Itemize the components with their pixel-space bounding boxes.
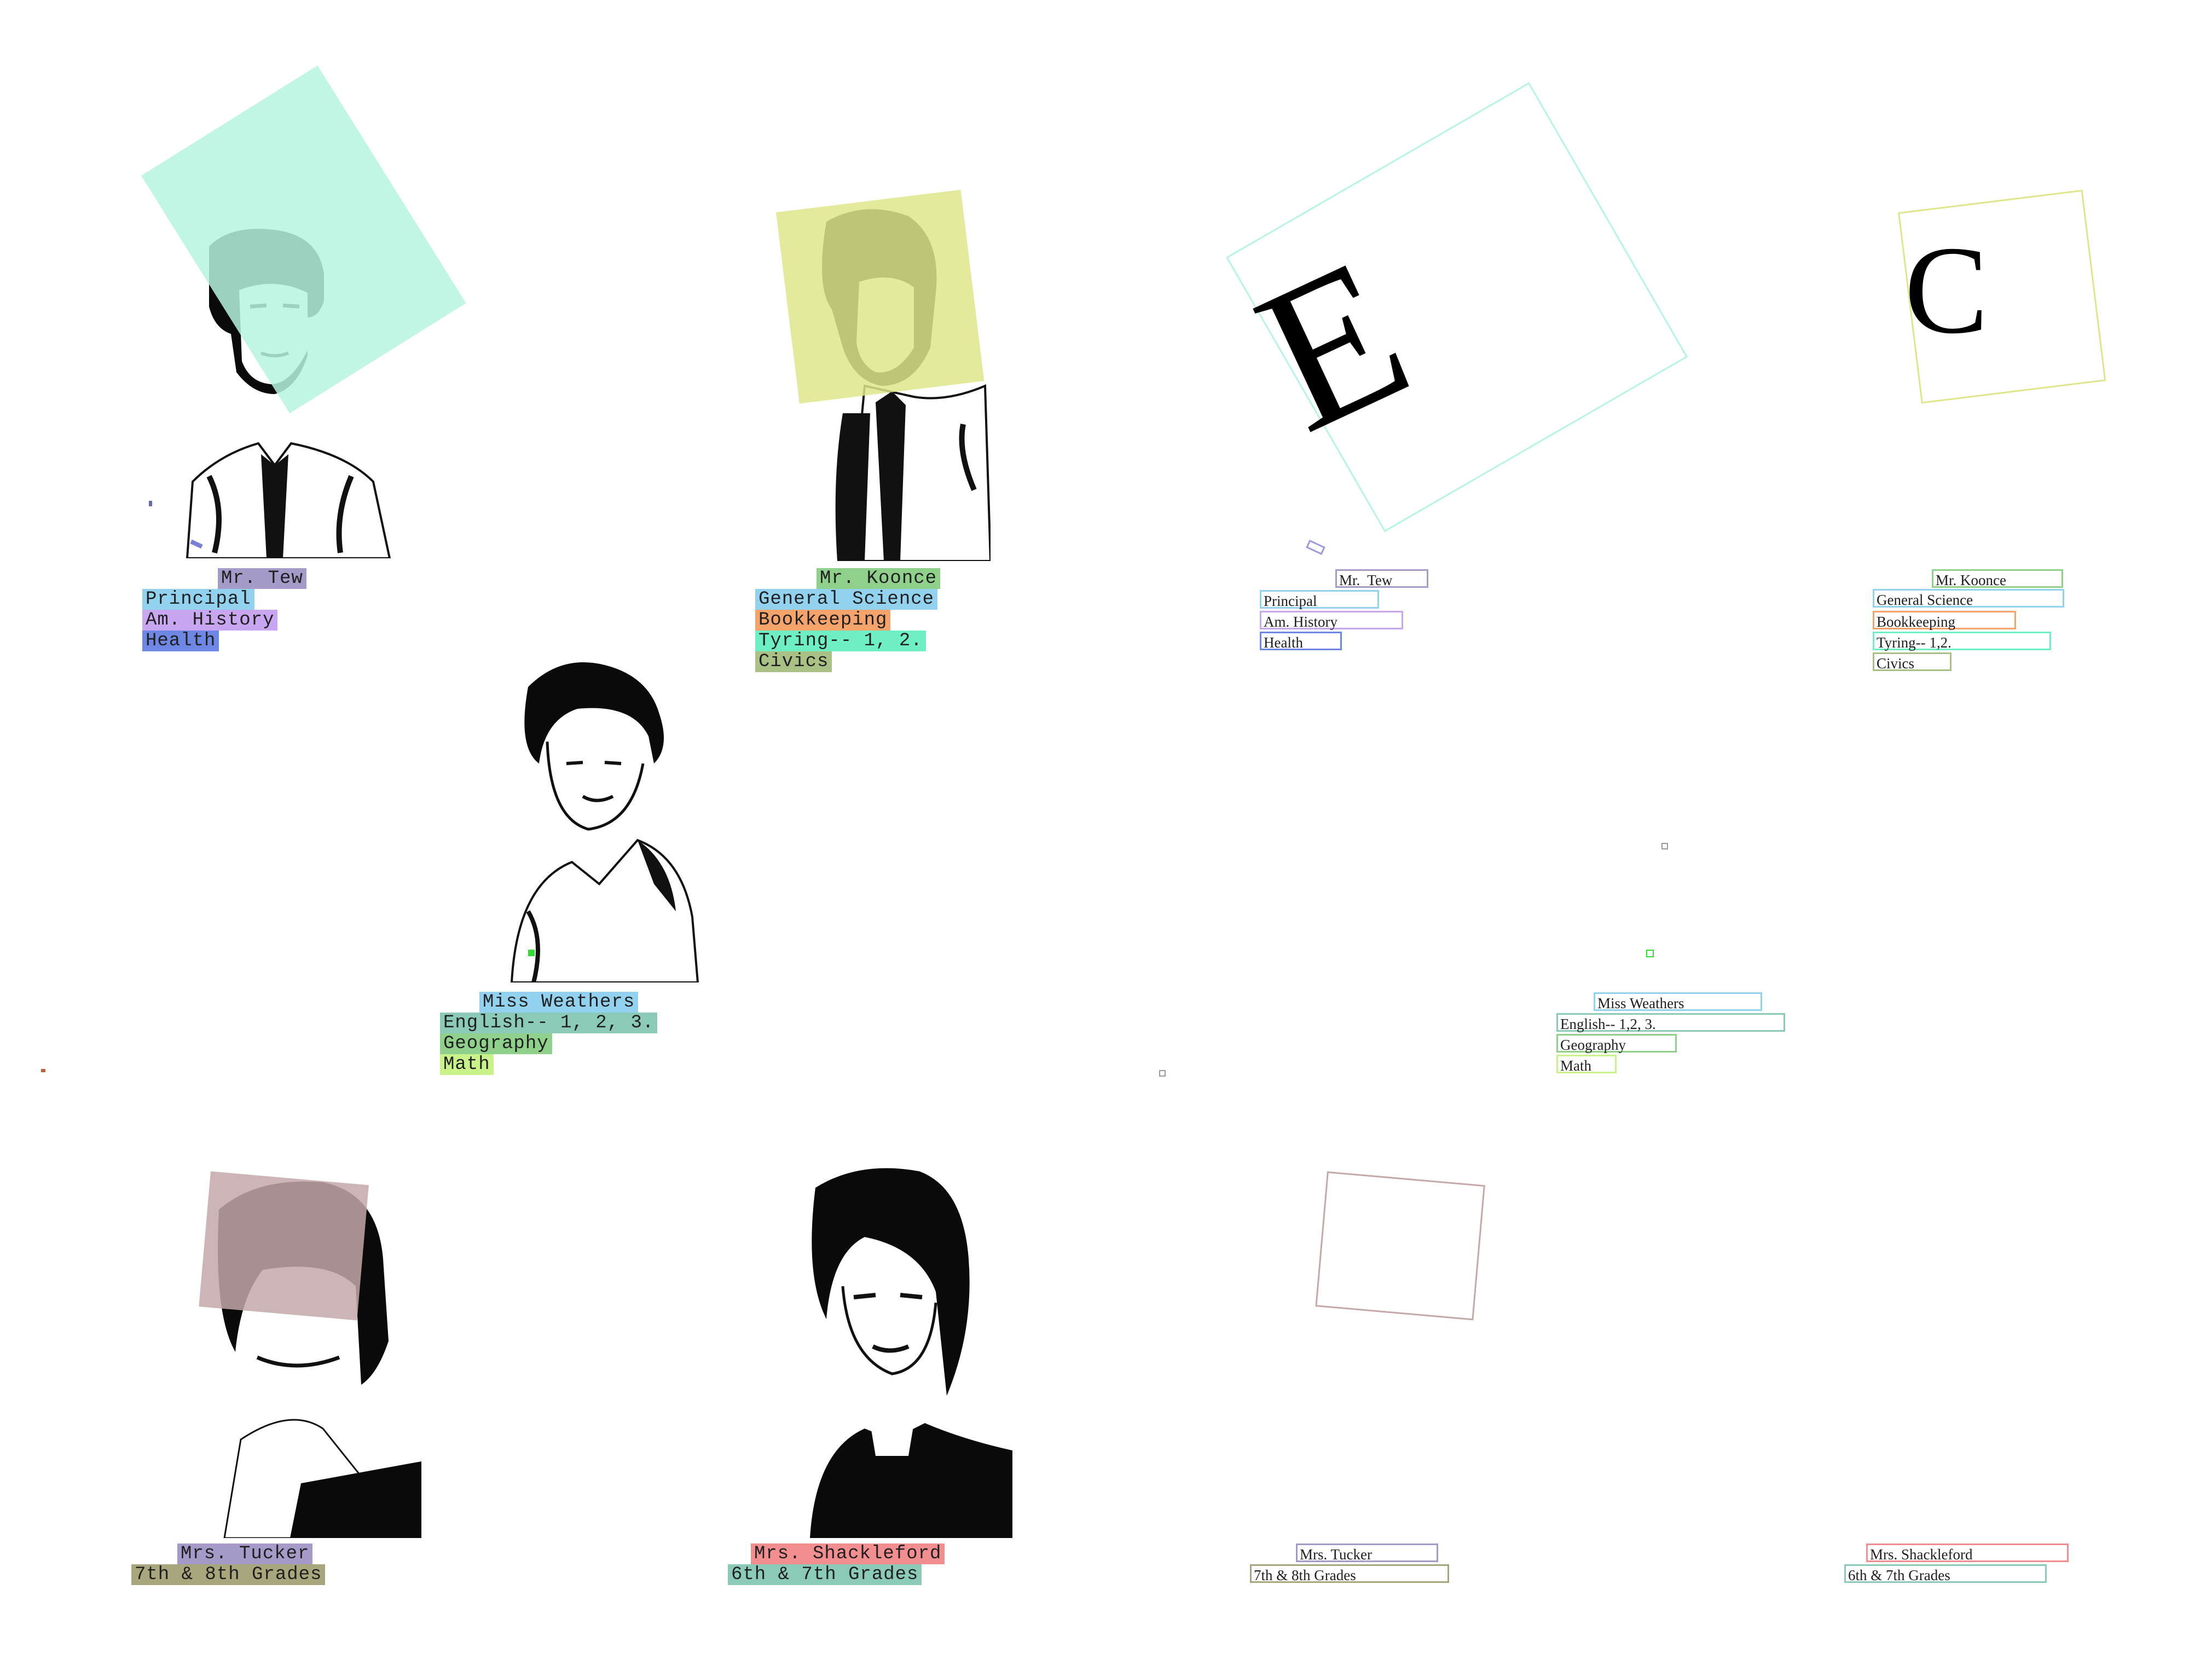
ocr-tew-health: Health bbox=[1260, 632, 1342, 651]
letter-c: C bbox=[1904, 220, 1989, 360]
koonce-line-typing: Tyring-- 1, 2. bbox=[755, 631, 926, 651]
tucker-name: Mrs. Tucker bbox=[177, 1543, 313, 1564]
tucker-face-outline bbox=[1315, 1171, 1485, 1321]
ocr-koonce-typing: Tyring-- 1,2. bbox=[1873, 632, 2051, 651]
tew-line-principal: Principal bbox=[142, 589, 254, 610]
koonce-name: Mr. Koonce bbox=[817, 568, 941, 589]
tucker-face-region bbox=[199, 1171, 369, 1321]
ocr-shackleford-grades: 6th & 7th Grades bbox=[1844, 1564, 2047, 1583]
tew-line-health: Health bbox=[142, 631, 219, 651]
ocr-weathers-english: English-- 1,2, 3. bbox=[1556, 1013, 1785, 1032]
speck-mark bbox=[149, 501, 152, 506]
ocr-tew-history: Am. History bbox=[1260, 611, 1403, 630]
koonce-line-science: General Science bbox=[755, 589, 938, 610]
speck-mark bbox=[41, 1069, 45, 1072]
weathers-line-geography: Geography bbox=[440, 1033, 552, 1054]
tucker-line-grades: 7th & 8th Grades bbox=[131, 1564, 326, 1585]
shackleford-name: Mrs. Shackleford bbox=[751, 1543, 945, 1564]
speck-mark bbox=[1306, 539, 1325, 556]
weathers-name: Miss Weathers bbox=[479, 992, 639, 1013]
ocr-tew-name: Mr. Tew bbox=[1335, 569, 1428, 588]
tew-line-history: Am. History bbox=[142, 610, 278, 631]
speck-mark bbox=[1661, 843, 1668, 849]
ocr-tucker-name: Mrs. Tucker bbox=[1296, 1543, 1438, 1563]
tew-name: Mr. Tew bbox=[218, 568, 306, 589]
speck-mark bbox=[1646, 950, 1654, 957]
shackleford-portrait bbox=[783, 1166, 1012, 1538]
ocr-koonce-name: Mr. Koonce bbox=[1932, 569, 2063, 588]
ocr-tew-principal: Principal bbox=[1260, 590, 1379, 609]
ocr-koonce-science: General Science bbox=[1873, 589, 2064, 608]
koonce-line-bookkeeping: Bookkeeping bbox=[755, 610, 891, 631]
speck-mark bbox=[528, 950, 535, 956]
koonce-face-region bbox=[776, 189, 985, 404]
weathers-line-english: English-- 1, 2, 3. bbox=[440, 1013, 658, 1033]
weathers-line-math: Math bbox=[440, 1054, 494, 1075]
shackleford-line-grades: 6th & 7th Grades bbox=[728, 1564, 922, 1585]
ocr-weathers-math: Math bbox=[1556, 1055, 1617, 1074]
ocr-shackleford-name: Mrs. Shackleford bbox=[1866, 1543, 2069, 1563]
ocr-tucker-grades: 7th & 8th Grades bbox=[1250, 1564, 1449, 1583]
ocr-koonce-civics: Civics bbox=[1873, 652, 1952, 672]
koonce-line-civics: Civics bbox=[755, 651, 832, 672]
weathers-portrait bbox=[495, 654, 703, 982]
speck-mark bbox=[1159, 1070, 1166, 1077]
ocr-weathers-geography: Geography bbox=[1556, 1034, 1677, 1053]
ocr-koonce-bookkeeping: Bookkeeping bbox=[1873, 611, 2016, 630]
ocr-weathers-name: Miss Weathers bbox=[1594, 992, 1762, 1011]
